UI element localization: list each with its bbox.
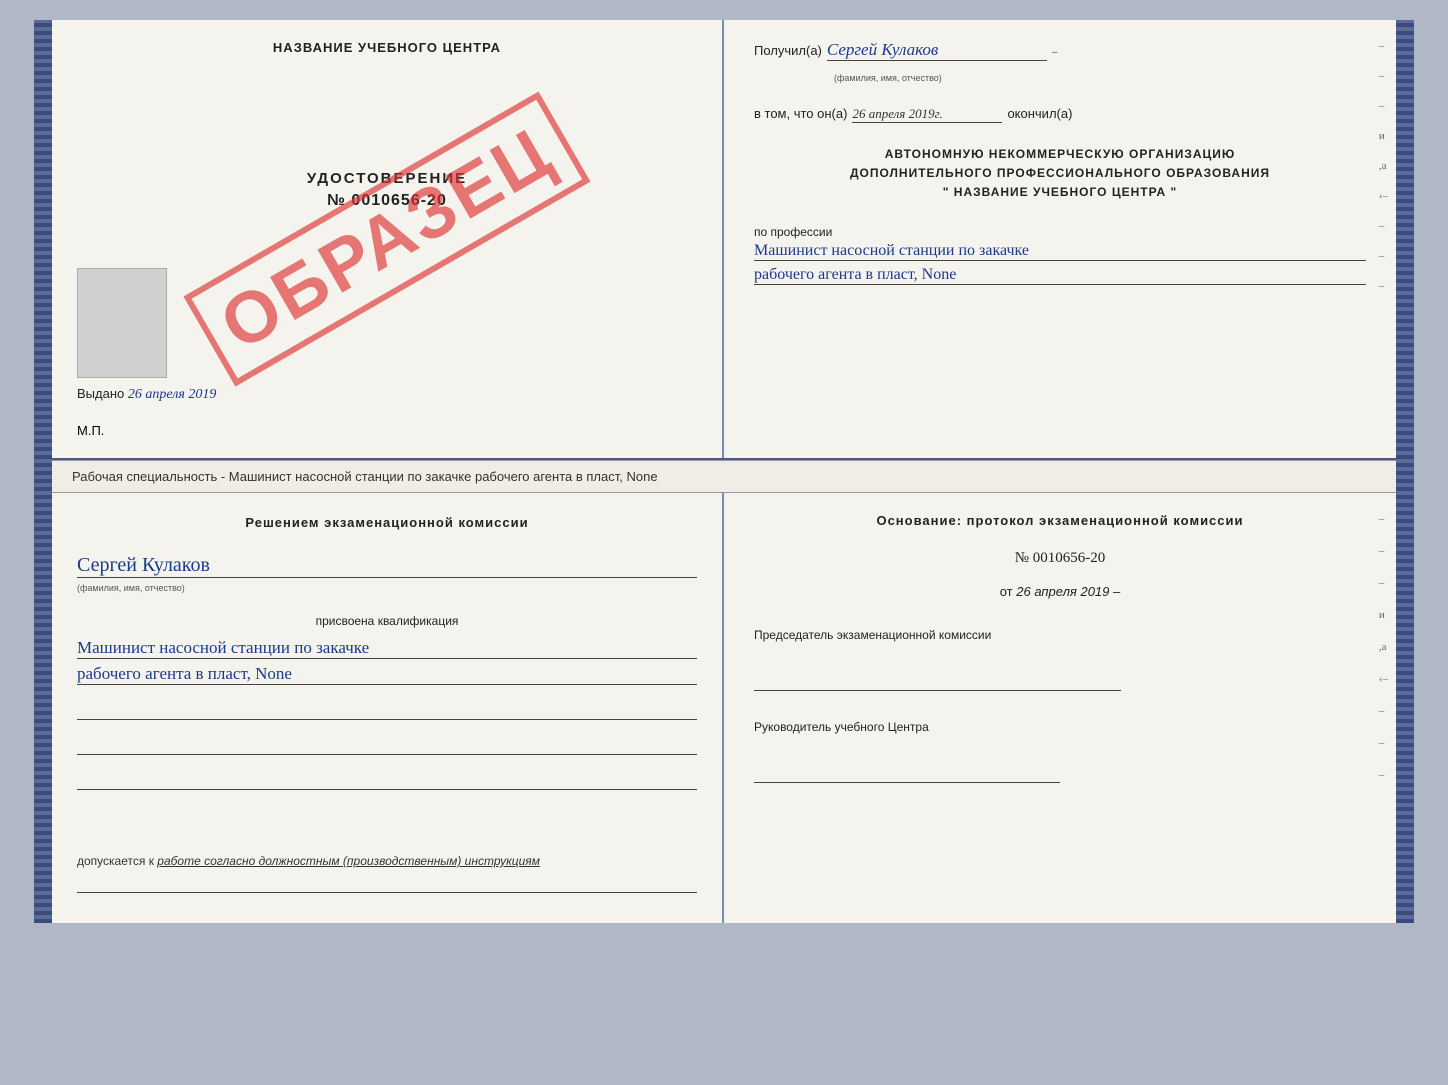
admission-bottom-line — [77, 873, 697, 893]
certificate-back: – – – и ,а ‹– – – – Получил(а) Сергей Ку… — [724, 20, 1396, 458]
bottom-left-panel: Решением экзаменационной комиссии Сергей… — [52, 493, 724, 923]
date-suffix: окончил(а) — [1007, 106, 1072, 121]
issued-prefix: Выдано — [77, 386, 124, 401]
org-text: АВТОНОМНУЮ НЕКОММЕРЧЕСКУЮ ОРГАНИЗАЦИЮ ДО… — [754, 145, 1366, 203]
date-prefix: в том, что он(а) — [754, 106, 847, 121]
bdash-7: – — [1379, 705, 1388, 717]
recipient-prefix: Получил(а) — [754, 43, 822, 58]
dash-7: – — [1379, 220, 1388, 232]
commission-title: Решением экзаменационной комиссии — [77, 513, 697, 534]
profession-value2: рабочего агента в пласт, None — [754, 266, 1366, 285]
left-border — [34, 20, 52, 923]
protocol-number: № 0010656-20 — [754, 550, 1366, 567]
mp-label: М.П. — [77, 423, 104, 438]
dash-6: ‹– — [1379, 190, 1388, 202]
bdash-4: и — [1379, 609, 1388, 621]
bdash-5: ,а — [1379, 641, 1388, 653]
top-section: НАЗВАНИЕ УЧЕБНОГО ЦЕНТРА УДОСТОВЕРЕНИЕ №… — [52, 20, 1396, 460]
document-content: НАЗВАНИЕ УЧЕБНОГО ЦЕНТРА УДОСТОВЕРЕНИЕ №… — [52, 20, 1396, 923]
qualification-value2: рабочего агента в пласт, None — [77, 664, 697, 685]
protocol-date-dash: – — [1113, 584, 1120, 599]
side-dashes-bottom: – – – и ,а ‹– – – – — [1379, 513, 1388, 781]
bdash-1: – — [1379, 513, 1388, 525]
bdash-2: – — [1379, 545, 1388, 557]
photo-placeholder — [77, 268, 167, 378]
recipient-name: Сергей Кулаков — [827, 40, 1047, 61]
separator-text-content: Рабочая специальность - Машинист насосно… — [72, 469, 1376, 484]
protocol-date-prefix: от — [1000, 584, 1013, 599]
bdash-6: ‹– — [1379, 673, 1388, 685]
basis-title: Основание: протокол экзаменационной коми… — [754, 513, 1366, 528]
school-name-top: НАЗВАНИЕ УЧЕБНОГО ЦЕНТРА — [77, 40, 697, 55]
dash-5: ,а — [1379, 160, 1388, 172]
cert-number: № 0010656-20 — [77, 192, 697, 210]
chairman-signature-line — [754, 666, 1121, 691]
org-line3: " НАЗВАНИЕ УЧЕБНОГО ЦЕНТРА " — [754, 183, 1366, 202]
certificate-front: НАЗВАНИЕ УЧЕБНОГО ЦЕНТРА УДОСТОВЕРЕНИЕ №… — [52, 20, 724, 458]
bdash-8: – — [1379, 737, 1388, 749]
issued-date-value: 26 апреля 2019 — [128, 387, 216, 402]
right-border — [1396, 20, 1414, 923]
person-sub: (фамилия, имя, отчество) — [77, 583, 185, 593]
bdash-3: – — [1379, 577, 1388, 589]
cert-label: УДОСТОВЕРЕНИЕ — [77, 170, 697, 187]
profession-value1: Машинист насосной станции по закачке — [754, 242, 1366, 261]
dash-2: – — [1379, 70, 1388, 82]
side-dashes-top: – – – и ,а ‹– – – – — [1379, 40, 1388, 292]
dash-3: – — [1379, 100, 1388, 112]
date-value: 26 апреля 2019г. — [852, 106, 1002, 123]
director-label: Руководитель учебного Центра — [754, 718, 1366, 736]
protocol-num: 0010656-20 — [1033, 550, 1106, 566]
bottom-section: Решением экзаменационной комиссии Сергей… — [52, 493, 1396, 923]
blank-line-3 — [77, 770, 697, 790]
admission-prefix: допускается к — [77, 854, 154, 868]
protocol-prefix: № — [1015, 550, 1029, 566]
dash-8: – — [1379, 250, 1388, 262]
recipient-line: Получил(а) Сергей Кулаков – — [754, 40, 1366, 61]
issued-date: Выдано 26 апреля 2019 — [77, 386, 216, 403]
dash-9: – — [1379, 280, 1388, 292]
director-signature-line — [754, 758, 1060, 783]
qualification-label: присвоена квалификация — [77, 614, 697, 628]
bottom-right-panel: – – – и ,а ‹– – – – Основание: протокол … — [724, 493, 1396, 923]
org-line2: ДОПОЛНИТЕЛЬНОГО ПРОФЕССИОНАЛЬНОГО ОБРАЗО… — [754, 164, 1366, 183]
qualification-value1: Машинист насосной станции по закачке — [77, 638, 697, 659]
protocol-date: от 26 апреля 2019 – — [754, 584, 1366, 599]
admission-text: допускается к работе согласно должностны… — [77, 854, 697, 893]
chairman-label: Председатель экзаменационной комиссии — [754, 626, 1366, 644]
protocol-date-value: 26 апреля 2019 — [1016, 584, 1109, 599]
admission-italic: работе согласно должностным (производств… — [157, 854, 540, 868]
person-name: Сергей Кулаков — [77, 554, 697, 578]
recipient-sub: (фамилия, имя, отчество) — [834, 73, 942, 83]
blank-line-2 — [77, 735, 697, 755]
separator: Рабочая специальность - Машинист насосно… — [52, 460, 1396, 493]
blank-line-1 — [77, 700, 697, 720]
org-line1: АВТОНОМНУЮ НЕКОММЕРЧЕСКУЮ ОРГАНИЗАЦИЮ — [754, 145, 1366, 164]
profession-label: по профессии — [754, 225, 1366, 239]
bdash-9: – — [1379, 769, 1388, 781]
dash-1: – — [1379, 40, 1388, 52]
date-line: в том, что он(а) 26 апреля 2019г. окончи… — [754, 106, 1366, 123]
document-wrapper: НАЗВАНИЕ УЧЕБНОГО ЦЕНТРА УДОСТОВЕРЕНИЕ №… — [34, 20, 1414, 923]
dash-4: и — [1379, 130, 1388, 142]
